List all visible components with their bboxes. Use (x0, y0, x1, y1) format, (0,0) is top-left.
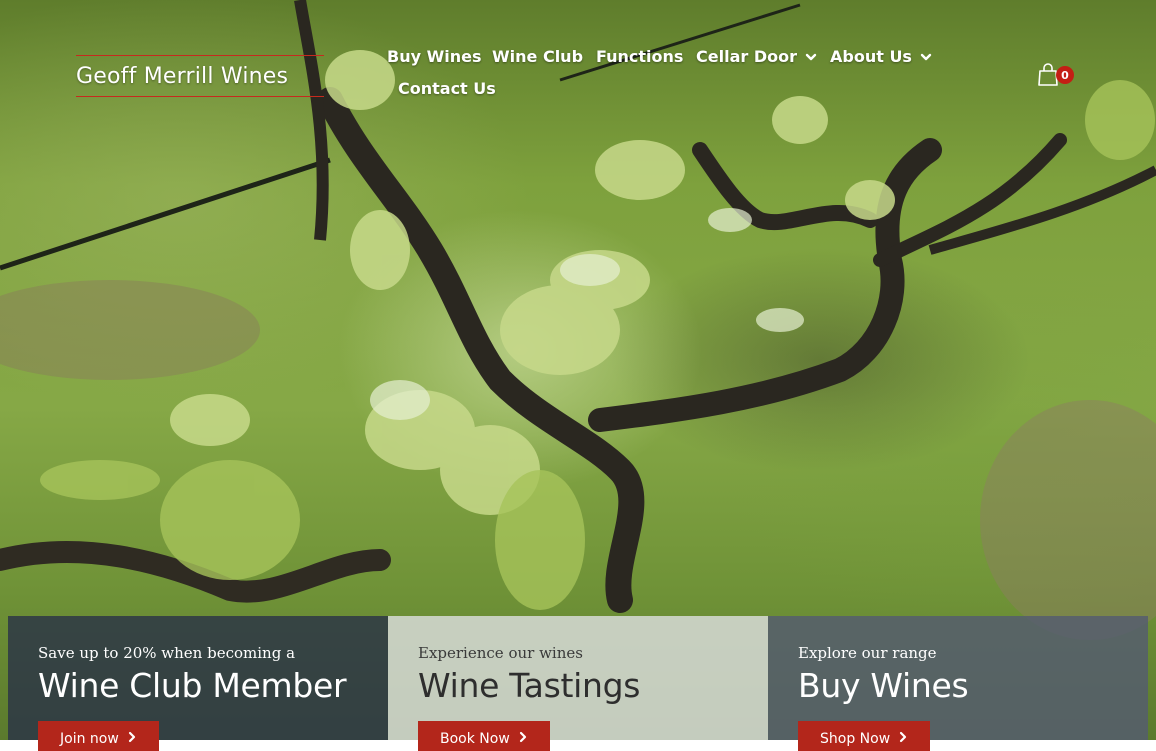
join-now-button[interactable]: Join now (38, 721, 159, 751)
book-now-label: Book Now (440, 731, 510, 747)
wine-club-card: Save up to 20% when becoming a Wine Club… (8, 616, 388, 751)
nav-cellar-door-label: Cellar Door (696, 47, 797, 66)
chevron-right-icon (518, 731, 528, 747)
chevron-down-icon (805, 51, 817, 63)
join-now-label: Join now (60, 731, 119, 747)
book-now-button[interactable]: Book Now (418, 721, 550, 751)
buy-wines-card: Explore our range Buy Wines Shop Now (768, 616, 1148, 751)
nav-buy-wines[interactable]: Buy Wines (387, 47, 481, 66)
chevron-right-icon (898, 731, 908, 747)
card-eyebrow: Explore our range (798, 644, 937, 662)
shop-now-label: Shop Now (820, 731, 891, 747)
nav-functions[interactable]: Functions (596, 47, 683, 66)
nav-contact-us[interactable]: Contact Us (398, 79, 496, 98)
nav-contact-us-label: Contact Us (398, 79, 496, 98)
nav-wine-club-label: Wine Club (492, 47, 584, 66)
nav-about-us[interactable]: About Us (830, 47, 932, 66)
cart-count-badge: 0 (1056, 66, 1074, 84)
site-logo-text: Geoff Merrill Wines (76, 63, 289, 89)
wine-tastings-card: Experience our wines Wine Tastings Book … (388, 616, 768, 751)
shop-now-button[interactable]: Shop Now (798, 721, 931, 751)
nav-cellar-door[interactable]: Cellar Door (696, 47, 817, 66)
site-logo[interactable]: Geoff Merrill Wines (76, 55, 324, 97)
nav-buy-wines-label: Buy Wines (387, 47, 482, 66)
chevron-down-icon (920, 51, 932, 63)
nav-wine-club[interactable]: Wine Club (492, 47, 583, 66)
card-title: Buy Wines (798, 666, 969, 705)
card-eyebrow: Experience our wines (418, 644, 583, 662)
card-eyebrow: Save up to 20% when becoming a (38, 644, 296, 662)
nav-functions-label: Functions (596, 47, 684, 66)
card-title: Wine Club Member (38, 666, 347, 705)
chevron-right-icon (127, 731, 137, 747)
nav-about-us-label: About Us (830, 47, 912, 66)
card-title: Wine Tastings (418, 666, 641, 705)
